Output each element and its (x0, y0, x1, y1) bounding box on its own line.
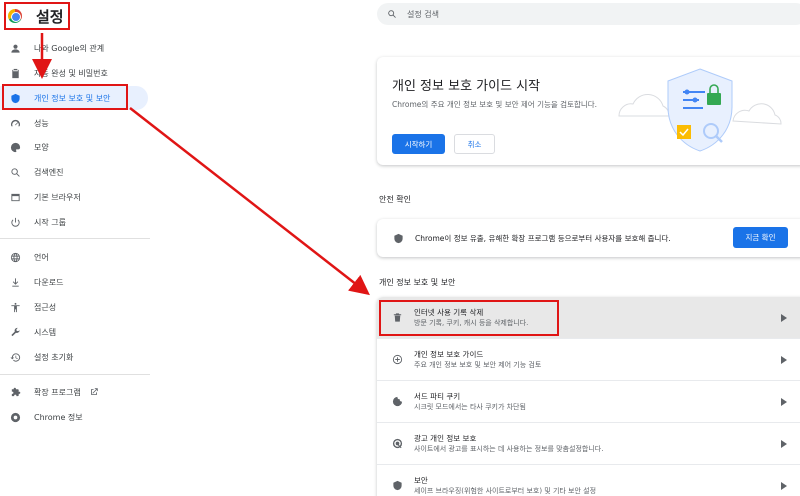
privacy-guide-title: 개인 정보 보호 가이드 시작 (392, 79, 541, 94)
annotation-box-title (4, 2, 70, 30)
row-title: 광고 개인 정보 보호 (414, 433, 477, 443)
search-input[interactable] (407, 9, 787, 19)
sidebar-item-about-chrome[interactable]: Chrome 정보 (0, 405, 148, 429)
sidebar-item-default-browser[interactable]: 기본 브라우저 (0, 185, 148, 209)
sidebar-divider (0, 374, 150, 375)
sidebar-item-system[interactable]: 시스템 (0, 320, 148, 344)
search-bar[interactable] (377, 3, 800, 25)
safety-check-heading: 안전 확인 (379, 195, 411, 204)
row-subtitle: 시크릿 모드에서는 타사 쿠키가 차단됨 (414, 402, 526, 411)
clipboard-icon (8, 66, 22, 80)
start-guide-button[interactable]: 시작하기 (392, 134, 445, 154)
sidebar-item-you-and-google[interactable]: 나와 Google의 관계 (0, 36, 148, 60)
sidebar-item-on-startup[interactable]: 시작 그룹 (0, 210, 148, 234)
sidebar-item-accessibility[interactable]: 접근성 (0, 295, 148, 319)
sidebar-item-label: 나와 Google의 관계 (34, 43, 105, 53)
chevron-right-icon (780, 313, 788, 323)
sidebar-item-autofill[interactable]: 자동 완성 및 비밀번호 (0, 61, 148, 85)
row-title: 서드 파티 쿠키 (414, 391, 461, 401)
privacy-guide-illustration-icon (618, 68, 782, 152)
add-circle-icon (390, 353, 404, 367)
security-row[interactable]: 보안 세이프 브라우징(위험한 사이트로부터 보호) 및 기타 보안 설정 (377, 465, 800, 496)
reset-history-icon (8, 350, 22, 364)
sidebar-item-search-engine[interactable]: 검색엔진 (0, 160, 148, 184)
browser-window-icon (8, 190, 22, 204)
sidebar-item-downloads[interactable]: 다운로드 (0, 270, 148, 294)
sidebar-item-reset-settings[interactable]: 설정 초기화 (0, 345, 148, 369)
sidebar-item-appearance[interactable]: 모양 (0, 135, 148, 159)
accessibility-icon (8, 300, 22, 314)
shield-check-icon (391, 231, 405, 245)
privacy-guide-row[interactable]: 개인 정보 보호 가이드 주요 개인 정보 보호 및 보안 제어 기능 검토 (377, 339, 800, 381)
annotation-arrow-to-row (129, 107, 370, 296)
sidebar-item-label: 다운로드 (34, 277, 64, 287)
sidebar-item-label: 자동 완성 및 비밀번호 (34, 68, 108, 78)
open-in-new-icon (89, 387, 99, 397)
sidebar-item-label: 시스템 (34, 327, 57, 337)
safety-check-text: Chrome이 정보 유출, 유해한 확장 프로그램 등으로부터 사용자를 보호… (415, 233, 671, 243)
sidebar-item-label: 언어 (34, 252, 49, 262)
ad-privacy-row[interactable]: 광고 개인 정보 보호 사이트에서 광고를 표시하는 데 사용하는 정보를 맞춤… (377, 423, 800, 465)
sidebar-item-label: Chrome 정보 (34, 412, 83, 422)
third-party-cookies-row[interactable]: 서드 파티 쿠키 시크릿 모드에서는 타사 쿠키가 차단됨 (377, 381, 800, 423)
sidebar: 설정 나와 Google의 관계 자동 완성 및 비밀번호 개인 정보 보호 및… (0, 0, 150, 496)
sidebar-item-label: 모양 (34, 142, 49, 152)
sidebar-item-performance[interactable]: 성능 (0, 111, 148, 135)
chevron-right-icon (780, 481, 788, 491)
sidebar-item-label: 기본 브라우저 (34, 192, 81, 202)
row-subtitle: 주요 개인 정보 보호 및 보안 제어 기능 검토 (414, 360, 542, 369)
chevron-right-icon (780, 397, 788, 407)
wrench-icon (8, 325, 22, 339)
row-subtitle: 사이트에서 광고를 표시하는 데 사용하는 정보를 맞춤설정합니다. (414, 444, 604, 453)
ad-target-icon (390, 437, 404, 451)
annotation-box-privacy-nav (2, 84, 128, 110)
download-icon (8, 275, 22, 289)
palette-icon (8, 140, 22, 154)
power-icon (8, 215, 22, 229)
search-icon (8, 165, 22, 179)
sidebar-item-languages[interactable]: 언어 (0, 245, 148, 269)
sidebar-item-label: 접근성 (34, 302, 57, 312)
check-now-button[interactable]: 지금 확인 (733, 227, 788, 248)
chrome-icon (8, 410, 22, 424)
cancel-guide-button[interactable]: 취소 (454, 134, 495, 154)
row-title: 보안 (414, 475, 428, 485)
sidebar-item-label: 시작 그룹 (34, 217, 66, 227)
cookie-icon (390, 395, 404, 409)
speedometer-icon (8, 116, 22, 130)
row-subtitle: 세이프 브라우징(위험한 사이트로부터 보호) 및 기타 보안 설정 (414, 486, 597, 495)
safety-check-card: Chrome이 정보 유출, 유해한 확장 프로그램 등으로부터 사용자를 보호… (377, 219, 800, 257)
privacy-guide-description: Chrome의 주요 개인 정보 보호 및 보안 제어 기능을 검토합니다. (392, 100, 598, 109)
sidebar-item-label: 검색엔진 (34, 167, 64, 177)
puzzle-icon (8, 385, 22, 399)
shield-icon (390, 479, 404, 493)
sidebar-divider (0, 238, 150, 239)
chevron-right-icon (780, 439, 788, 449)
annotation-box-clear-data (379, 300, 559, 336)
privacy-guide-card: 개인 정보 보호 가이드 시작 Chrome의 주요 개인 정보 보호 및 보안… (377, 57, 800, 165)
privacy-security-heading: 개인 정보 보호 및 보안 (379, 278, 456, 287)
sidebar-item-extensions[interactable]: 확장 프로그램 (0, 380, 148, 404)
search-icon (388, 10, 396, 18)
globe-icon (8, 250, 22, 264)
person-icon (8, 41, 22, 55)
chevron-right-icon (780, 355, 788, 365)
sidebar-item-label: 설정 초기화 (34, 352, 74, 362)
row-title: 개인 정보 보호 가이드 (414, 349, 484, 359)
sidebar-item-label: 확장 프로그램 (34, 387, 81, 397)
sidebar-item-label: 성능 (34, 118, 49, 128)
